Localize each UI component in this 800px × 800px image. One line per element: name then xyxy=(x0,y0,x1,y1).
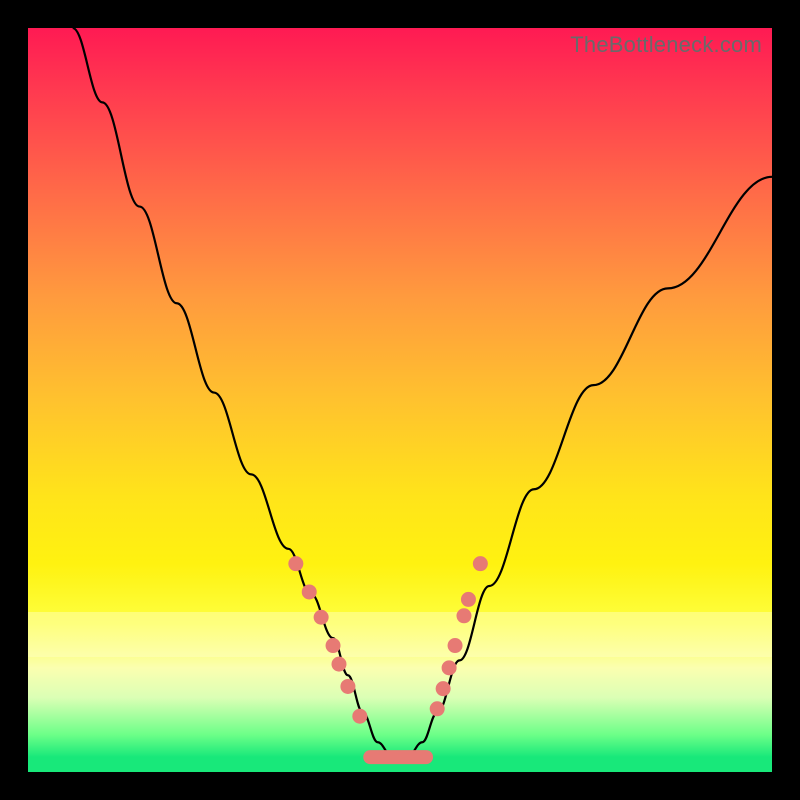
bottleneck-curve xyxy=(73,28,772,757)
marker-left-0 xyxy=(288,556,303,571)
marker-left-4 xyxy=(331,657,346,672)
marker-left-3 xyxy=(326,638,341,653)
marker-right-1 xyxy=(436,681,451,696)
marker-left-6 xyxy=(352,709,367,724)
marker-left-2 xyxy=(314,610,329,625)
marker-left-1 xyxy=(302,584,317,599)
marker-right-5 xyxy=(461,592,476,607)
marker-right-3 xyxy=(448,638,463,653)
markers-right xyxy=(430,556,488,716)
marker-left-5 xyxy=(340,679,355,694)
plot-area: TheBottleneck.com xyxy=(28,28,772,772)
curve-svg xyxy=(28,28,772,772)
marker-right-6 xyxy=(473,556,488,571)
marker-right-4 xyxy=(456,608,471,623)
marker-right-2 xyxy=(442,660,457,675)
marker-right-0 xyxy=(430,701,445,716)
chart-frame: TheBottleneck.com xyxy=(0,0,800,800)
